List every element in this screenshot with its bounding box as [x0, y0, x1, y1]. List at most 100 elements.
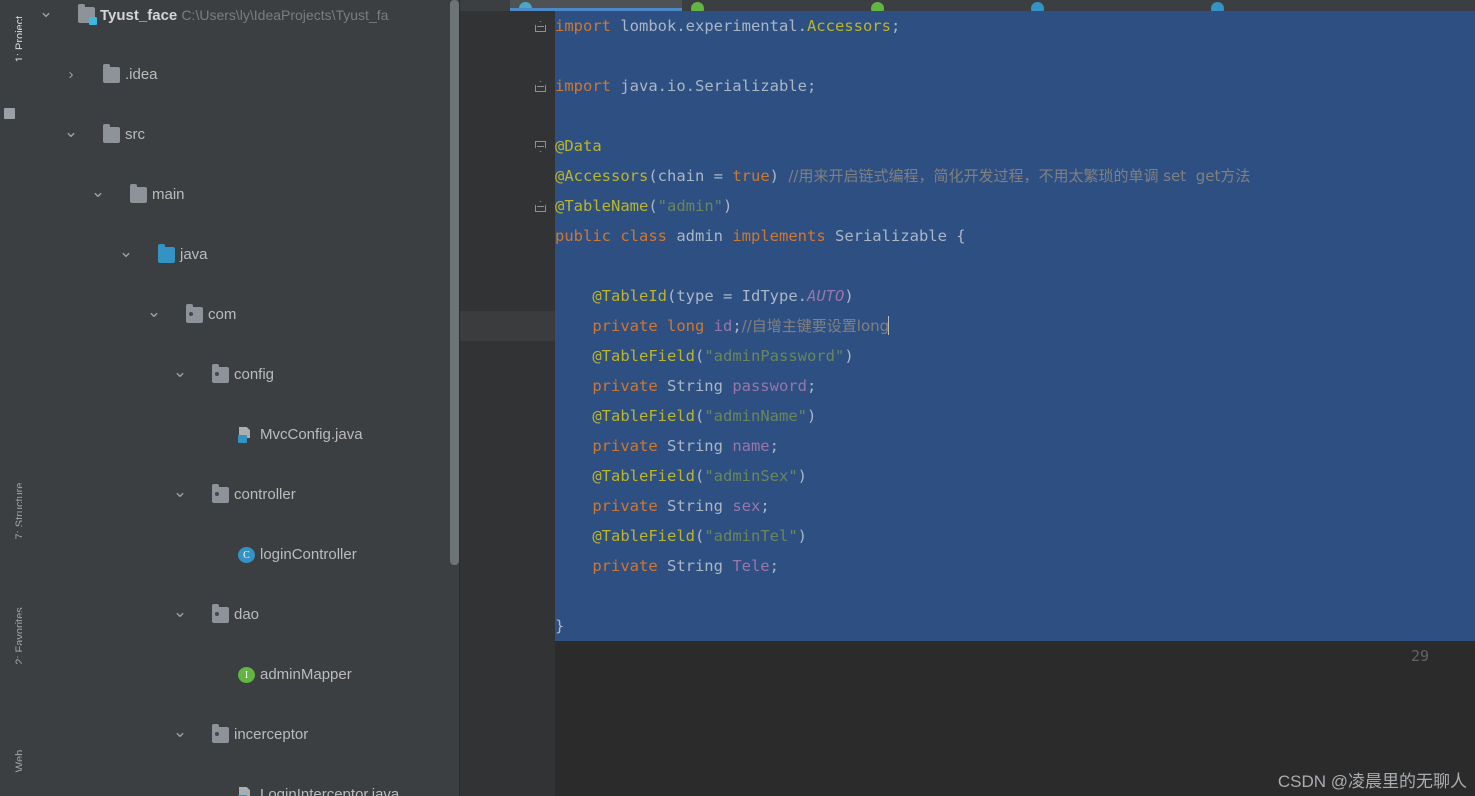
tree-item-com[interactable]: ⌄ com: [22, 300, 459, 330]
tree-item--idea[interactable]: › .idea: [22, 60, 459, 90]
tree-item-controller[interactable]: ⌄ controller: [22, 480, 459, 510]
code-line[interactable]: @TableField("adminPassword"): [555, 341, 1475, 371]
tree-item-logininterceptor-java[interactable]: J LoginInterceptor.java: [22, 780, 459, 796]
tree-item-path: C:\Users\ly\IdeaProjects\Tyust_fa: [181, 7, 389, 23]
tool-tab-structure[interactable]: 7: Structure: [9, 451, 22, 571]
code-line[interactable]: @TableName("admin"): [555, 191, 1475, 221]
code-token: chain: [657, 167, 705, 185]
code-token: }: [555, 617, 565, 635]
tree-item-tyust-face[interactable]: ⌄ Tyust_face C:\Users\ly\IdeaProjects\Tyu…: [22, 0, 459, 30]
tree-item-label: Tyust_face C:\Users\ly\IdeaProjects\Tyus…: [100, 7, 389, 24]
code-line[interactable]: public class admin implements Serializab…: [555, 221, 1475, 251]
code-token: lombok.experimental.: [620, 17, 807, 35]
editor-tab-4[interactable]: [1022, 0, 1202, 15]
tool-tab-web[interactable]: Web: [9, 701, 22, 796]
code-line[interactable]: @Data: [555, 131, 1475, 161]
editor-tab-bar[interactable]: [460, 0, 1475, 15]
chevron-down-icon[interactable]: ⌄: [172, 357, 188, 387]
project-tree-scrollbar[interactable]: [450, 0, 459, 565]
code-line[interactable]: [555, 251, 1475, 281]
chevron-down-icon[interactable]: ⌄: [118, 237, 134, 267]
code-line[interactable]: private String sex;: [555, 491, 1475, 521]
chevron-down-icon[interactable]: ⌄: [172, 597, 188, 627]
tool-tab-favorites[interactable]: 2: Favorites: [9, 576, 22, 696]
editor-tab-5[interactable]: [1202, 0, 1382, 15]
chevron-down-icon[interactable]: ⌄: [172, 477, 188, 507]
left-tool-window-bar[interactable]: 1: Project 7: Structure 2: Favorites Web: [0, 0, 23, 796]
code-line[interactable]: import java.io.Serializable;: [555, 71, 1475, 101]
code-token: ;: [760, 497, 770, 515]
editor-gutter[interactable]: [460, 11, 555, 796]
code-token: "adminName": [704, 407, 807, 425]
code-token: (: [694, 347, 705, 365]
chevron-right-icon[interactable]: ›: [63, 60, 79, 90]
code-token: Tele: [732, 557, 770, 575]
editor-tab-0[interactable]: [460, 0, 510, 11]
code-token: (: [694, 467, 705, 485]
editor-tab-1[interactable]: [510, 0, 682, 15]
code-line[interactable]: @TableField("adminSex"): [555, 461, 1475, 491]
tree-item-main[interactable]: ⌄ main: [22, 180, 459, 210]
code-line[interactable]: [555, 101, 1475, 131]
tree-item-label: controller: [234, 486, 296, 503]
code-token: String: [666, 497, 733, 515]
tree-item-config[interactable]: ⌄ config: [22, 360, 459, 390]
java-class-icon: C: [238, 547, 255, 563]
code-token: ): [806, 407, 817, 425]
tree-item-label: incerceptor: [234, 726, 309, 743]
code-token: {: [946, 227, 966, 245]
code-token: "adminTel": [704, 527, 798, 545]
code-line[interactable]: }: [555, 611, 1475, 641]
code-line[interactable]: [555, 41, 1475, 71]
tree-item-adminmapper[interactable]: IadminMapper: [22, 660, 459, 690]
tree-item-java[interactable]: ⌄ java: [22, 240, 459, 270]
code-token: ;: [890, 17, 901, 35]
code-line[interactable]: private String Tele;: [555, 551, 1475, 581]
code-line[interactable]: import lombok.experimental.Accessors;: [555, 11, 1475, 41]
chevron-down-icon[interactable]: ⌄: [172, 717, 188, 747]
source-folder-icon: [158, 244, 175, 263]
code-token: @TableField: [592, 527, 695, 545]
code-content[interactable]: import lombok.experimental.Accessors; im…: [555, 11, 1475, 796]
chevron-down-icon[interactable]: ⌄: [90, 177, 106, 207]
code-token: //用来开启链式编程，简化开发过程，不用太繁琐的单调 set get方法: [788, 167, 1251, 185]
code-line[interactable]: [555, 641, 1475, 671]
code-editor[interactable]: 8910111213141516171819202122232425262728…: [460, 0, 1475, 796]
tree-item-incerceptor[interactable]: ⌄ incerceptor: [22, 720, 459, 750]
code-line[interactable]: private long id;//自增主键要设置long: [555, 311, 1475, 341]
code-line[interactable]: @TableField("adminTel"): [555, 521, 1475, 551]
code-line[interactable]: private String password;: [555, 371, 1475, 401]
tree-item-label: .idea: [125, 66, 158, 83]
code-line[interactable]: @TableField("adminName"): [555, 401, 1475, 431]
code-token: Accessors: [806, 17, 891, 35]
package-icon: [212, 604, 229, 623]
project-tool-window[interactable]: ⌄ Tyust_face C:\Users\ly\IdeaProjects\Tyu…: [22, 0, 459, 796]
editor-tab-2[interactable]: [682, 0, 862, 15]
chevron-down-icon[interactable]: ⌄: [146, 297, 162, 327]
tool-tab-project[interactable]: 1: Project: [9, 0, 22, 99]
tree-item-src[interactable]: ⌄ src: [22, 120, 459, 150]
code-line[interactable]: @Accessors(chain = true) //用来开启链式编程，简化开发…: [555, 161, 1475, 191]
code-token: java.io.Serializable;: [620, 77, 817, 95]
code-token: private: [592, 377, 667, 395]
tree-item-mvcconfig-java[interactable]: J MvcConfig.java: [22, 420, 459, 450]
editor-tab-3[interactable]: [862, 0, 1022, 15]
project-tab-indicator: [4, 108, 15, 119]
tree-item-label: dao: [234, 606, 260, 623]
java-file-icon: J: [238, 787, 255, 796]
code-token: @Data: [555, 137, 602, 155]
code-line[interactable]: [555, 581, 1475, 611]
chevron-down-icon[interactable]: ⌄: [38, 0, 54, 27]
chevron-down-icon[interactable]: ⌄: [63, 117, 79, 147]
tree-item-logincontroller[interactable]: CloginController: [22, 540, 459, 570]
tree-item-dao[interactable]: ⌄ dao: [22, 600, 459, 630]
text-caret: [888, 316, 890, 335]
csdn-watermark: CSDN @凌晨里的无聊人: [1277, 772, 1467, 791]
code-token: @TableName: [555, 197, 649, 215]
project-tree[interactable]: ⌄ Tyust_face C:\Users\ly\IdeaProjects\Tyu…: [22, 0, 459, 796]
code-line[interactable]: private String name;: [555, 431, 1475, 461]
code-line[interactable]: @TableId(type = IdType.AUTO): [555, 281, 1475, 311]
